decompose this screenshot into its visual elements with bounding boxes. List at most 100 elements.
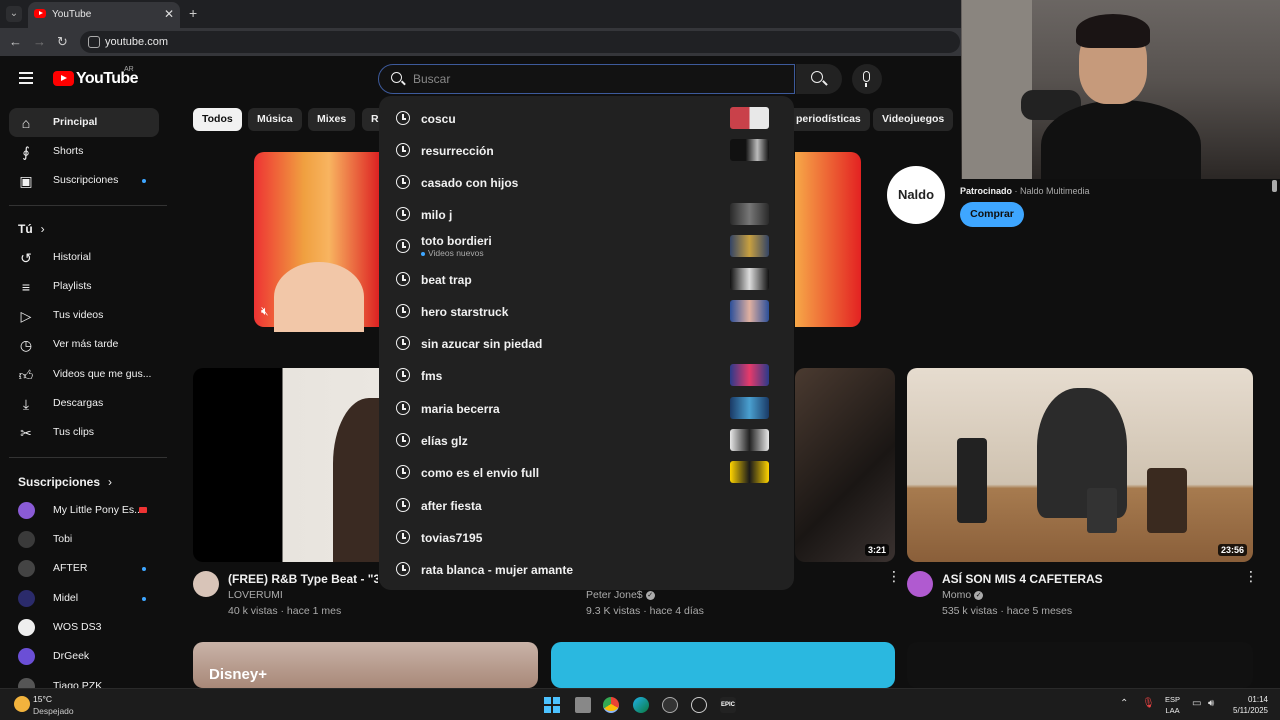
suggestion-item[interactable]: after fiesta bbox=[379, 489, 794, 521]
suggestion-item[interactable]: como es el envio full bbox=[379, 456, 794, 488]
suggestion-item[interactable]: milo j bbox=[379, 198, 794, 230]
sidebar-item-shorts[interactable]: ∮ Shorts bbox=[9, 137, 159, 166]
back-arrow-icon[interactable]: ← bbox=[9, 34, 22, 49]
suggestion-text: beat trap bbox=[421, 273, 472, 287]
language-indicator[interactable]: ESP LAA bbox=[1165, 694, 1180, 716]
video-title[interactable]: (FREE) R&B Type Beat - "3AM bbox=[228, 572, 378, 586]
sidebar-sub-after[interactable]: AFTER bbox=[9, 554, 159, 583]
site-info-icon[interactable] bbox=[88, 36, 100, 48]
sidebar-item-label: Tiago PZK bbox=[53, 680, 103, 688]
verified-icon: ✓ bbox=[645, 590, 655, 600]
more-options-icon[interactable]: ⋮ bbox=[1244, 569, 1258, 583]
ad-banner[interactable]: 🔇︎ bbox=[254, 152, 379, 332]
video-thumbnail[interactable]: Disney+ bbox=[193, 642, 538, 688]
sidebar-sub-tobi[interactable]: Tobi bbox=[9, 525, 159, 554]
sidebar-item-historial[interactable]: ↺ Historial bbox=[9, 243, 159, 272]
sidebar-sub-my-little-pony[interactable]: My Little Pony Es... bbox=[9, 496, 159, 525]
sidebar-item-liked-videos[interactable]: 👍︎ Videos que me gus... bbox=[9, 360, 159, 389]
suggestion-text: milo j bbox=[421, 208, 453, 222]
video-thumbnail[interactable] bbox=[907, 642, 1253, 688]
chrome-icon[interactable] bbox=[603, 697, 619, 713]
suggestion-thumbnail bbox=[730, 397, 769, 419]
sidebar-item-playlists[interactable]: ≡ Playlists bbox=[9, 272, 159, 301]
sidebar-sub-tiago-pzk[interactable]: Tiago PZK bbox=[9, 672, 159, 688]
sidebar-item-label: Suscripciones bbox=[53, 174, 119, 186]
network-icon[interactable]: ▭ bbox=[1192, 698, 1201, 709]
address-bar[interactable]: youtube.com bbox=[80, 31, 960, 53]
suggestion-item[interactable]: tovias7195 bbox=[379, 521, 794, 553]
channel-name[interactable]: LOVERUMI bbox=[228, 589, 283, 601]
chip-videojuegos[interactable]: Videojuegos bbox=[873, 108, 954, 131]
sidebar-sub-midel[interactable]: Midel bbox=[9, 584, 159, 613]
suggestion-item[interactable]: fms bbox=[379, 359, 794, 391]
channel-name[interactable]: Momo ✓ bbox=[942, 589, 984, 601]
sidebar-item-ver-mas-tarde[interactable]: ◷ Ver más tarde bbox=[9, 330, 159, 359]
avatar[interactable] bbox=[907, 571, 933, 597]
advertiser-logo[interactable]: Naldo bbox=[887, 166, 945, 224]
suggestion-item[interactable]: hero starstruck bbox=[379, 295, 794, 327]
suggestion-item[interactable]: beat trap bbox=[379, 263, 794, 295]
tab-list-button[interactable]: ⌄ bbox=[6, 6, 22, 22]
search-button[interactable] bbox=[796, 64, 842, 94]
suggestion-item[interactable]: coscu bbox=[379, 102, 794, 134]
suggestion-text: sin azucar sin piedad bbox=[421, 337, 543, 351]
sidebar-subscriptions-header[interactable]: Suscripciones › bbox=[18, 475, 112, 489]
sidebar-you-header[interactable]: Tú › bbox=[18, 222, 45, 236]
sidebar-item-tus-clips[interactable]: ✂ Tus clips bbox=[9, 418, 159, 447]
microphone-icon[interactable]: 🎙︎ bbox=[1142, 698, 1155, 709]
suggestion-item[interactable]: maria becerra bbox=[379, 392, 794, 424]
page-scrollbar[interactable] bbox=[1272, 180, 1277, 192]
video-title[interactable]: ASÍ SON MIS 4 CAFETERAS bbox=[942, 572, 1222, 586]
sidebar-item-label: Descargas bbox=[53, 397, 104, 409]
new-tab-button[interactable]: + bbox=[189, 5, 197, 21]
search-input[interactable] bbox=[413, 70, 773, 88]
suggestion-thumbnail bbox=[730, 107, 769, 129]
suggestion-item[interactable]: elías glz bbox=[379, 424, 794, 456]
close-tab-icon[interactable]: ✕ bbox=[164, 7, 174, 21]
sidebar-item-tus-videos[interactable]: ▷ Tus videos bbox=[9, 301, 159, 330]
search-box[interactable] bbox=[378, 64, 795, 94]
windows-start-icon[interactable] bbox=[544, 697, 560, 713]
sidebar-sub-wos[interactable]: WOS DS3 bbox=[9, 613, 159, 642]
browser-tab[interactable]: YouTube ✕ bbox=[28, 2, 180, 28]
suggestion-item[interactable]: resurrección bbox=[379, 134, 794, 166]
clock[interactable]: 01:14 5/11/2025 bbox=[1230, 694, 1268, 716]
tray-expand-icon[interactable]: ⌃ bbox=[1120, 698, 1128, 709]
suggestion-item[interactable]: rata blanca - mujer amante bbox=[379, 553, 794, 585]
suggestion-item[interactable]: toto bordieri Videos nuevos bbox=[379, 230, 794, 262]
obs-icon[interactable] bbox=[662, 697, 678, 713]
mute-icon[interactable]: 🔇︎ bbox=[261, 304, 269, 319]
sidebar-item-suscripciones[interactable]: ▣ Suscripciones bbox=[9, 166, 159, 195]
more-options-icon[interactable]: ⋮ bbox=[887, 569, 901, 583]
chip-mixes[interactable]: Mixes bbox=[308, 108, 356, 131]
forward-arrow-icon[interactable]: → bbox=[33, 34, 46, 49]
ad-banner-right[interactable] bbox=[795, 152, 861, 327]
file-explorer-icon[interactable] bbox=[575, 697, 591, 713]
sidebar-item-principal[interactable]: ⌂ Principal bbox=[9, 108, 159, 137]
voice-search-button[interactable] bbox=[852, 64, 882, 94]
video-thumbnail[interactable]: 3:21 bbox=[795, 368, 895, 562]
reload-icon[interactable]: ↻ bbox=[57, 34, 68, 50]
chip-todos[interactable]: Todos bbox=[193, 108, 242, 131]
suggestion-item[interactable]: sin azucar sin piedad bbox=[379, 327, 794, 359]
volume-icon[interactable]: 🔊︎ bbox=[1208, 698, 1214, 709]
avatar[interactable] bbox=[193, 571, 219, 597]
suggestion-thumbnail bbox=[730, 268, 769, 290]
menu-icon[interactable] bbox=[19, 72, 33, 87]
sidebar-sub-drgeek[interactable]: DrGeek bbox=[9, 642, 159, 671]
epic-games-icon[interactable]: EPIC bbox=[720, 697, 736, 713]
video-thumbnail[interactable]: 23:56 bbox=[907, 368, 1253, 562]
weather-icon[interactable] bbox=[14, 696, 30, 712]
app-icon[interactable] bbox=[691, 697, 707, 713]
video-thumbnail[interactable] bbox=[551, 642, 895, 688]
chip-musica[interactable]: Música bbox=[248, 108, 302, 131]
sidebar-item-descargas[interactable]: ⤓ Descargas bbox=[9, 389, 159, 418]
chip-periodisticas[interactable]: periodísticas bbox=[787, 108, 870, 131]
suggestion-item[interactable]: casado con hijos bbox=[379, 166, 794, 198]
sidebar-item-label: Midel bbox=[53, 592, 79, 604]
buy-button[interactable]: Comprar bbox=[960, 202, 1024, 227]
channel-name[interactable]: Peter Jone$ ✓ bbox=[586, 589, 655, 601]
date: 5/11/2025 bbox=[1233, 706, 1268, 715]
edge-icon[interactable] bbox=[633, 697, 649, 713]
webcam-background bbox=[962, 0, 1032, 179]
